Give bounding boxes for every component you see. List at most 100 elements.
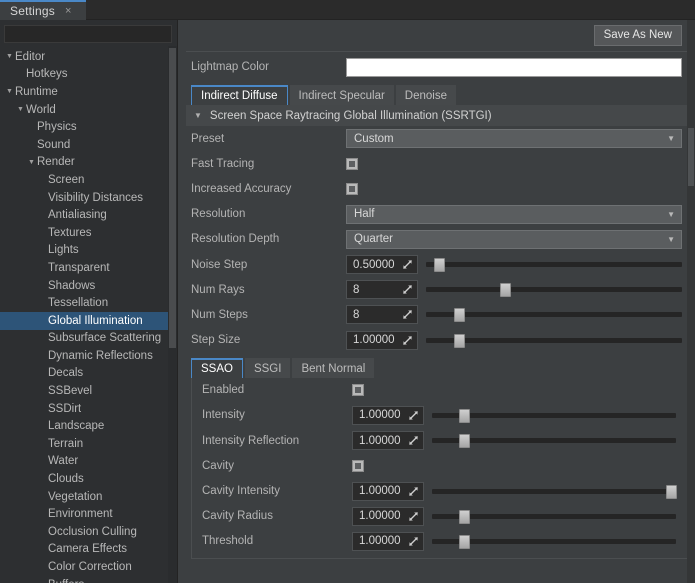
settings-window: Settings × ▼ Editor Hotkeys ▼ Runtime ▼ World P…: [0, 0, 695, 583]
sidebar-scrollbar[interactable]: [168, 46, 177, 583]
slider-knob[interactable]: [454, 333, 466, 348]
tab-indirect-specular[interactable]: Indirect Specular: [289, 85, 394, 105]
drag-handle-icon[interactable]: [402, 284, 413, 295]
main-scrollbar[interactable]: [687, 20, 695, 583]
checkbox-increased-accuracy[interactable]: [346, 182, 358, 195]
slider-threshold[interactable]: [432, 532, 676, 551]
chevron-down-icon[interactable]: ▼: [4, 88, 15, 95]
checkbox-enabled[interactable]: [352, 384, 364, 397]
sidebar-item-camera-effects[interactable]: Camera Effects: [0, 541, 177, 559]
drag-handle-icon[interactable]: [408, 536, 419, 547]
lightmap-color-swatch[interactable]: [346, 57, 682, 77]
settings-tree: ▼ Editor Hotkeys ▼ Runtime ▼ World Physics Sound…: [0, 47, 177, 583]
sidebar-item-vegetation[interactable]: Vegetation: [0, 488, 177, 506]
sidebar-item-decals[interactable]: Decals: [0, 365, 177, 383]
sidebar-item-clouds[interactable]: Clouds: [0, 470, 177, 488]
slider-cavity-radius[interactable]: [432, 507, 676, 526]
slider-intensity[interactable]: [432, 406, 676, 425]
group-header-ssrtgi[interactable]: ▼ Screen Space Raytracing Global Illumin…: [186, 105, 690, 126]
sidebar-item-lights[interactable]: Lights: [0, 242, 177, 260]
checkbox-fast-tracing[interactable]: [346, 157, 358, 170]
sidebar-item-antialiasing[interactable]: Antialiasing: [0, 206, 177, 224]
sidebar-item-visibility-distances[interactable]: Visibility Distances: [0, 189, 177, 207]
drag-handle-icon[interactable]: [408, 435, 419, 446]
sidebar-item-global-illumination[interactable]: Global Illumination: [0, 311, 177, 330]
sidebar-item-editor[interactable]: ▼ Editor: [0, 48, 177, 66]
tab-bent-normal[interactable]: Bent Normal: [292, 357, 375, 378]
number-input-noise-step[interactable]: 0.50000: [346, 255, 418, 275]
slider-cavity-intensity[interactable]: [432, 482, 678, 501]
search-input[interactable]: [4, 25, 172, 43]
main-scrollbar-thumb[interactable]: [688, 128, 694, 186]
number-input-threshold[interactable]: 1.00000: [352, 531, 424, 551]
drag-handle-icon[interactable]: [408, 410, 419, 421]
chevron-down-icon[interactable]: ▼: [26, 159, 37, 166]
window-tab-settings[interactable]: Settings ×: [0, 0, 86, 20]
sidebar-item-landscape[interactable]: Landscape: [0, 417, 177, 435]
number-input-intensity-reflection[interactable]: 1.00000: [352, 431, 424, 451]
number-input-num-rays[interactable]: 8: [346, 280, 418, 300]
save-as-new-button[interactable]: Save As New: [593, 25, 682, 46]
sidebar-item-hotkeys[interactable]: Hotkeys: [0, 66, 177, 84]
checkbox-cavity[interactable]: [352, 459, 364, 472]
sidebar-item-runtime[interactable]: ▼ Runtime: [0, 83, 177, 101]
sidebar-item-textures[interactable]: Textures: [0, 224, 177, 242]
drag-handle-icon[interactable]: [408, 511, 419, 522]
sidebar-item-render[interactable]: ▼ Render: [0, 154, 177, 172]
tab-indirect-diffuse[interactable]: Indirect Diffuse: [191, 85, 288, 105]
slider-num-steps[interactable]: [426, 305, 682, 324]
sidebar-item-terrain[interactable]: Terrain: [0, 435, 177, 453]
sidebar-item-dynamic-reflections[interactable]: Dynamic Reflections: [0, 347, 177, 365]
sidebar-item-occlusion-culling[interactable]: Occlusion Culling: [0, 523, 177, 541]
sidebar-item-physics[interactable]: Physics: [0, 118, 177, 136]
slider-knob[interactable]: [500, 283, 512, 298]
sidebar-item-color-correction[interactable]: Color Correction: [0, 558, 177, 576]
drag-handle-icon[interactable]: [402, 259, 413, 270]
slider-step-size[interactable]: [426, 331, 682, 350]
slider-knob[interactable]: [458, 534, 470, 549]
tab-ssgi[interactable]: SSGI: [244, 357, 291, 378]
main-toolbar: Save As New: [186, 20, 695, 51]
number-input-cavity-intensity[interactable]: 1.00000: [352, 481, 424, 501]
number-input-intensity[interactable]: 1.00000: [352, 405, 424, 425]
slider-knob[interactable]: [458, 434, 470, 449]
tab-ssao[interactable]: SSAO: [191, 357, 243, 378]
number-input-cavity-radius[interactable]: 1.00000: [352, 506, 424, 526]
close-icon[interactable]: ×: [65, 5, 71, 17]
sidebar-item-sound[interactable]: Sound: [0, 136, 177, 154]
sidebar-scrollbar-thumb[interactable]: [169, 48, 176, 348]
slider-knob[interactable]: [458, 408, 470, 423]
sidebar-item-subsurface-scattering[interactable]: Subsurface Scattering: [0, 330, 177, 348]
drag-handle-icon[interactable]: [402, 309, 413, 320]
slider-intensity-reflection[interactable]: [432, 431, 676, 450]
sidebar-item-shadows[interactable]: Shadows: [0, 277, 177, 295]
sidebar-item-ssbevel[interactable]: SSBevel: [0, 382, 177, 400]
number-input-num-steps[interactable]: 8: [346, 305, 418, 325]
slider-knob[interactable]: [666, 484, 678, 499]
row-label: Num Rays: [191, 283, 245, 296]
sidebar-item-environment[interactable]: Environment: [0, 505, 177, 523]
chevron-down-icon[interactable]: ▼: [15, 106, 26, 113]
slider-num-rays[interactable]: [426, 280, 682, 299]
drag-handle-icon[interactable]: [408, 486, 419, 497]
sidebar-item-tessellation[interactable]: Tessellation: [0, 294, 177, 312]
sidebar-item-transparent[interactable]: Transparent: [0, 259, 177, 277]
settings-main-panel: Save As New Lightmap Color Indirect Diff…: [178, 20, 695, 583]
tab-denoise[interactable]: Denoise: [395, 85, 456, 105]
slider-knob[interactable]: [433, 258, 445, 273]
select-preset[interactable]: Custom ▼: [346, 129, 682, 149]
number-input-step-size[interactable]: 1.00000: [346, 330, 418, 350]
sidebar-item-screen[interactable]: Screen: [0, 171, 177, 189]
slider-knob[interactable]: [458, 509, 470, 524]
slider-noise-step[interactable]: [426, 255, 682, 274]
sidebar-item-water[interactable]: Water: [0, 453, 177, 471]
chevron-down-icon[interactable]: ▼: [4, 53, 15, 60]
slider-knob[interactable]: [454, 308, 466, 323]
sidebar-item-world[interactable]: ▼ World: [0, 101, 177, 119]
sidebar-item-buffers[interactable]: Buffers: [0, 576, 177, 583]
sidebar-item-ssdirt[interactable]: SSDirt: [0, 400, 177, 418]
number-input-value: 1.00000: [359, 485, 401, 498]
select-resolution-depth[interactable]: Quarter ▼: [346, 229, 682, 249]
drag-handle-icon[interactable]: [402, 335, 413, 346]
select-resolution[interactable]: Half ▼: [346, 204, 682, 224]
